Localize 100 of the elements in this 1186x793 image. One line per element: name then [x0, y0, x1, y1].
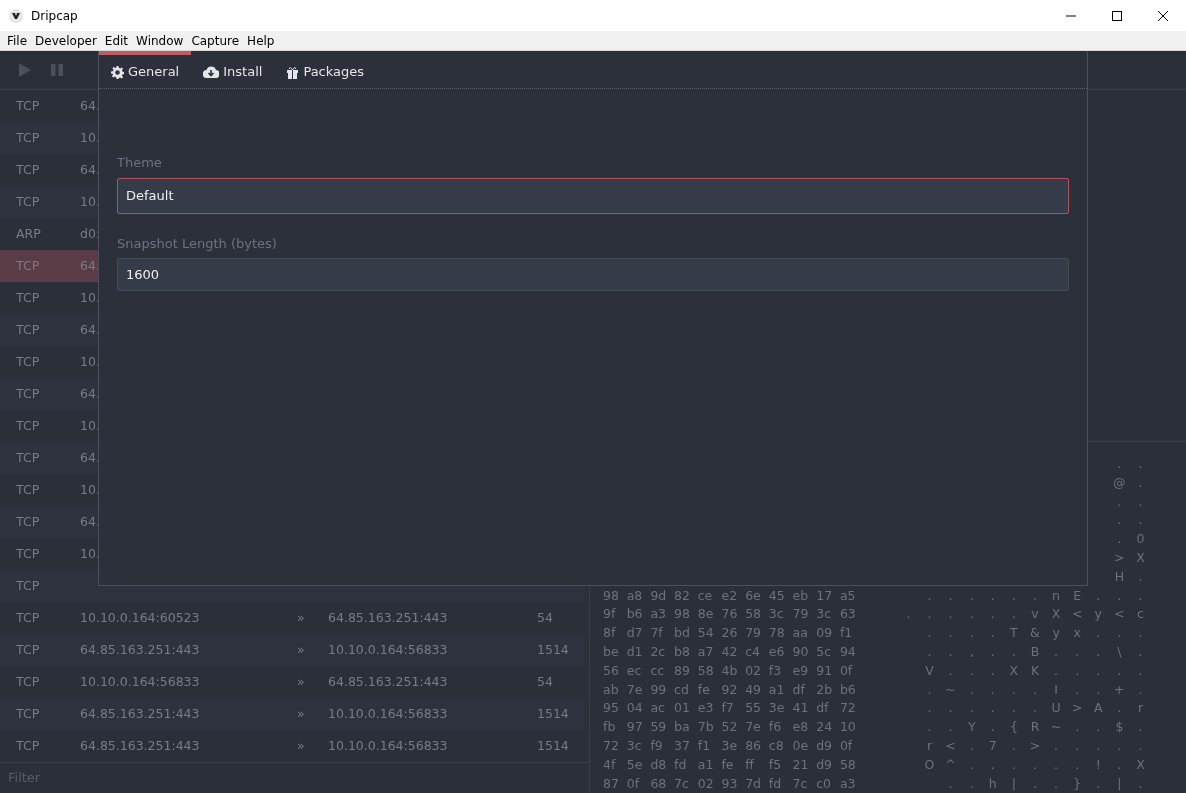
hex-byte: 41 [792, 699, 810, 718]
ascii-char: . [989, 680, 996, 699]
length-text: 1514 [537, 640, 569, 659]
destination-address: 10.10.0.164:56833 [328, 705, 448, 721]
ascii-char: . [947, 699, 954, 718]
hex-byte: df [792, 680, 806, 699]
ascii-char: B [1029, 643, 1041, 661]
ascii-char: T [1009, 624, 1019, 643]
menu-item[interactable]: Window [132, 31, 188, 50]
protocol-text: TCP [15, 544, 41, 563]
menu-item[interactable]: Help [243, 31, 279, 50]
ascii-char: . [968, 586, 975, 605]
ascii-char: . [1010, 680, 1017, 699]
ascii-char: H [1113, 567, 1126, 586]
hex-byte: 0f [839, 736, 854, 755]
ascii-char: . [926, 605, 933, 624]
source-address: 64. [80, 385, 100, 401]
hex-byte: 90 [792, 643, 810, 661]
hex-byte: cc [650, 661, 666, 680]
hex-byte: f6 [768, 718, 783, 737]
hex-byte: 7c [674, 774, 690, 793]
hex-byte: fe [721, 755, 735, 774]
hex-byte: e2 [721, 586, 739, 605]
ascii-char: . [1116, 736, 1123, 755]
ascii-char: . [1137, 567, 1144, 586]
ascii-char: . [926, 586, 933, 605]
hex-byte: e8 [792, 718, 810, 737]
ascii-char: . [989, 718, 996, 737]
ascii-char: > [1070, 699, 1084, 718]
settings-tab[interactable]: Install [191, 51, 275, 89]
hex-byte: 0f [839, 661, 854, 680]
hex-byte: 3e [768, 699, 786, 718]
destination-address: 10.10.0.164:56833 [328, 641, 448, 657]
settings-tab[interactable]: Packages [274, 51, 377, 89]
input-field[interactable]: 1600 [117, 258, 1069, 291]
ascii-char: 0 [1135, 530, 1146, 549]
protocol-text: TCP [15, 160, 41, 179]
ascii-char: < [1070, 605, 1084, 624]
ascii-char: & [1029, 624, 1041, 643]
hex-byte: d9 [816, 755, 834, 774]
length-text: 54 [537, 672, 553, 691]
ascii-char: . [1010, 736, 1017, 755]
hex-byte: 78 [768, 624, 786, 643]
ascii-char: . [926, 699, 933, 718]
ascii-char: . [1137, 455, 1144, 473]
gear-icon [111, 65, 124, 79]
hex-byte: 9f [603, 605, 617, 624]
ascii-char: . [1137, 511, 1144, 530]
ascii-char: n [1051, 586, 1062, 605]
hex-byte: c4 [745, 643, 761, 661]
ascii-char: . [1010, 643, 1017, 661]
ascii-char: . [1032, 586, 1038, 605]
ascii-char: . [1137, 643, 1144, 661]
source-address: 64. [80, 321, 100, 337]
ascii-char: < [1113, 605, 1126, 624]
ascii-char: . [926, 643, 933, 661]
ascii-char: . [1116, 661, 1123, 680]
settings-tab[interactable]: General [99, 51, 192, 89]
protocol-text: TCP [15, 384, 41, 403]
source-address: 64. [80, 449, 100, 465]
play-icon[interactable] [18, 62, 32, 78]
ascii-char: > [1113, 549, 1126, 567]
ascii-char: V [924, 661, 935, 680]
source-address: 10. [80, 193, 100, 209]
source-address: 64.85.163.251:443 [80, 641, 200, 657]
hex-byte: f5 [768, 755, 783, 774]
hex-byte: 3c [816, 605, 832, 624]
ascii-char: . [968, 680, 975, 699]
ascii-char: . [947, 605, 954, 624]
ascii-char: . [1053, 661, 1060, 680]
input-field[interactable]: Default [117, 177, 1069, 214]
ascii-char: + [1113, 680, 1126, 699]
ascii-char: \ [1116, 643, 1123, 661]
hex-byte: c0 [816, 774, 832, 793]
menu-item[interactable]: Capture [187, 31, 244, 50]
ascii-char: . [1095, 680, 1102, 699]
hex-byte: 02 [697, 774, 715, 793]
hex-byte: c8 [768, 736, 785, 755]
hex-byte: e3 [697, 699, 715, 718]
hex-byte: a5 [839, 586, 857, 605]
direction-arrow: » [297, 641, 305, 657]
hex-byte: 5c [816, 643, 832, 661]
menu-item[interactable]: Edit [100, 31, 133, 50]
direction-arrow: » [297, 737, 305, 753]
menu-item[interactable]: Developer [31, 31, 101, 50]
hex-byte: 68 [650, 774, 668, 793]
hex-byte: eb [792, 586, 810, 605]
ascii-char: } [1072, 774, 1083, 793]
hex-byte: aa [792, 624, 809, 643]
hex-byte: 3c [768, 605, 785, 624]
pause-icon[interactable] [50, 63, 64, 77]
hex-byte: fb [603, 718, 617, 737]
hex-byte: 98 [603, 586, 620, 605]
hex-byte: 17 [816, 586, 834, 605]
hex-byte: 21 [792, 755, 810, 774]
hex-byte: 7d [745, 774, 762, 793]
protocol-text: TCP [15, 672, 41, 691]
gift-icon [286, 65, 300, 79]
hex-byte: a3 [650, 605, 667, 624]
menu-item[interactable]: File [3, 31, 32, 50]
